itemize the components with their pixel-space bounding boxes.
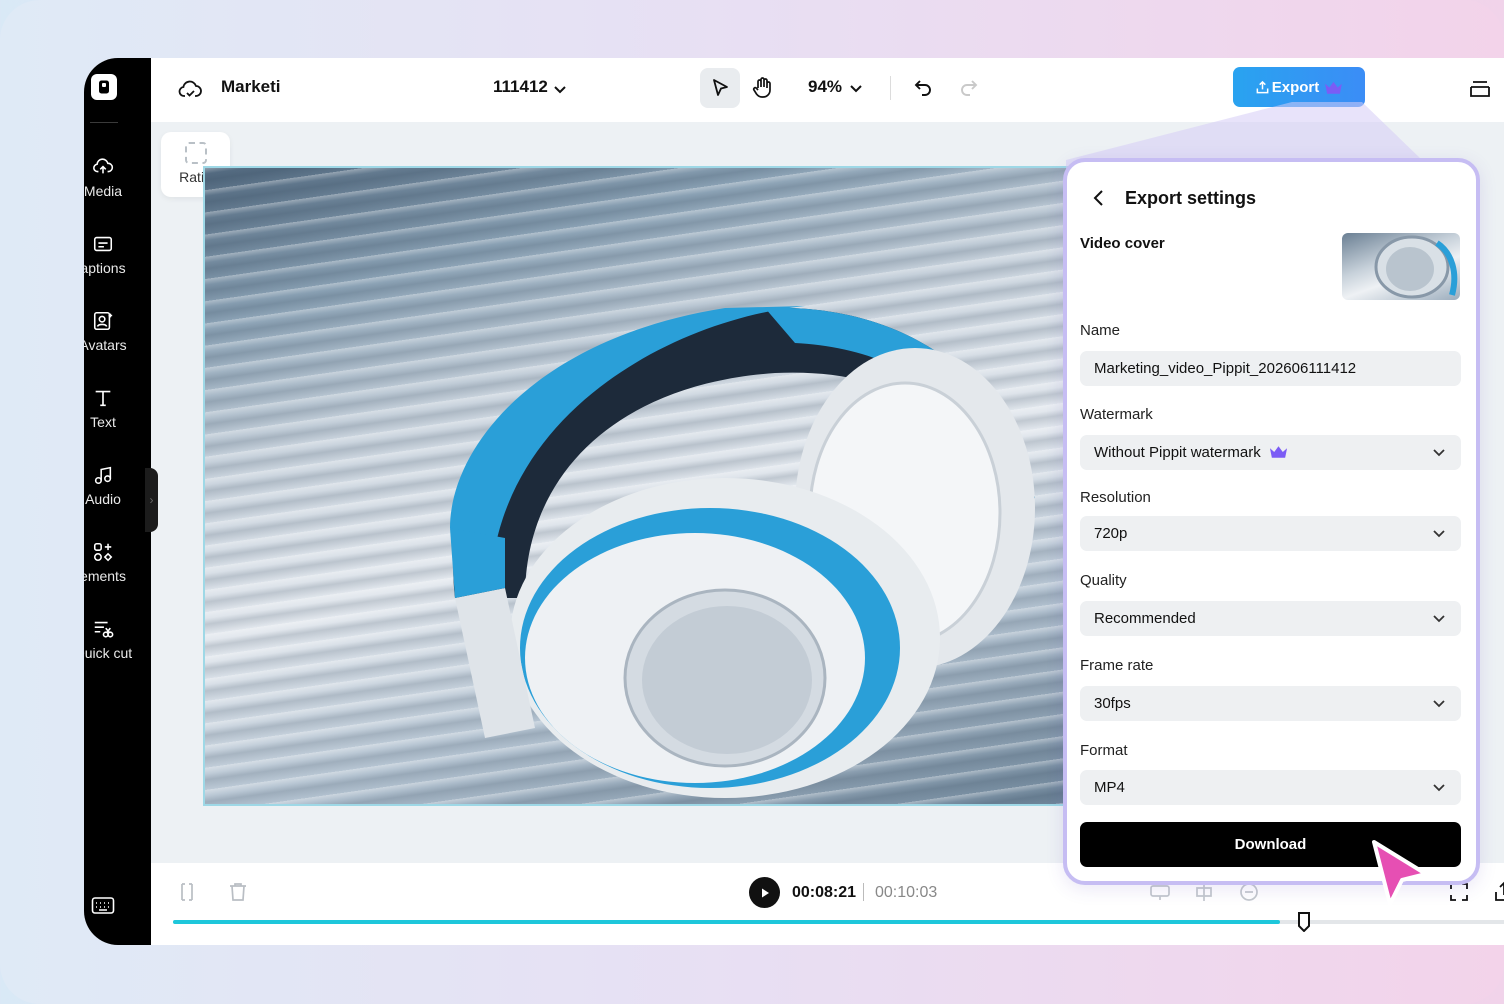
cover-headphones-image (1374, 235, 1458, 299)
pointer-cursor-icon (1372, 840, 1428, 906)
sidebar-item-media[interactable]: Media (84, 156, 136, 201)
sidebar-item-label: Audio (85, 491, 121, 507)
headphones-image (450, 306, 1035, 798)
crown-icon (1325, 81, 1343, 94)
avatar-icon (93, 311, 113, 331)
video-cover-label: Video cover (1080, 235, 1165, 252)
sidebar-item-label: Quick cut (84, 645, 133, 661)
select-tool-button[interactable] (700, 68, 740, 108)
hand-tool-icon[interactable] (750, 75, 776, 101)
captions-icon (93, 236, 113, 252)
music-note-icon (94, 466, 112, 485)
undo-icon[interactable] (911, 76, 935, 100)
delete-icon[interactable] (226, 880, 250, 904)
sidebar-item-text[interactable]: Text (84, 387, 136, 432)
sidebar: Media aptions Avatars Text Audio ements … (84, 58, 151, 945)
chevron-down-icon[interactable] (551, 80, 569, 98)
export-label: Export (1271, 78, 1320, 96)
share-icon[interactable] (1492, 880, 1504, 904)
sidebar-collapse-handle[interactable]: › (145, 468, 158, 532)
keyboard-shortcuts-button[interactable] (91, 896, 115, 921)
sidebar-item-audio[interactable]: Audio (84, 464, 136, 509)
name-input[interactable]: Marketing_video_Pippit_202606111412 (1080, 351, 1461, 386)
resolution-select[interactable]: 720p (1080, 516, 1461, 551)
video-preview[interactable] (203, 166, 1073, 806)
time-separator (863, 883, 864, 901)
name-label: Name (1080, 322, 1121, 339)
quality-label: Quality (1080, 572, 1127, 589)
project-id[interactable]: 111412 (493, 77, 548, 97)
panel-title: Export settings (1125, 188, 1257, 208)
pippit-logo[interactable] (91, 74, 117, 100)
resolution-label: Resolution (1080, 489, 1151, 506)
upload-icon (1256, 80, 1269, 93)
export-settings-panel: Export settings Video cover Name Marketi… (1063, 158, 1480, 885)
toolbar-divider (890, 76, 891, 100)
sidebar-item-quick-cut[interactable]: Quick cut (84, 618, 136, 663)
chevron-down-icon[interactable] (847, 79, 865, 97)
chevron-down-icon (1433, 449, 1445, 457)
chevron-down-icon (1433, 530, 1445, 538)
elements-icon (93, 542, 113, 562)
chevron-down-icon (1433, 784, 1445, 792)
sidebar-item-label: Media (84, 183, 123, 199)
total-time: 00:10:03 (875, 884, 938, 901)
frame-rate-value: 30fps (1094, 695, 1131, 712)
frame-rate-select[interactable]: 30fps (1080, 686, 1461, 721)
crown-icon (1269, 446, 1287, 458)
cloud-upload-icon (93, 158, 114, 174)
format-value: MP4 (1094, 779, 1125, 796)
play-button[interactable] (749, 877, 780, 908)
chevron-right-icon: › (149, 493, 154, 507)
sidebar-item-label: Avatars (84, 337, 127, 353)
watermark-label: Watermark (1080, 406, 1153, 423)
watermark-select[interactable]: Without Pippit watermark (1080, 435, 1461, 470)
resolution-value: 720p (1094, 525, 1128, 542)
sidebar-item-label: ements (84, 568, 126, 584)
progress-fill (173, 920, 1280, 924)
watermark-value: Without Pippit watermark (1094, 444, 1261, 461)
back-arrow-icon[interactable] (1088, 187, 1110, 209)
redo-icon[interactable] (957, 76, 981, 100)
sidebar-item-captions[interactable]: aptions (84, 233, 136, 278)
quick-cut-icon (94, 621, 114, 638)
sidebar-item-avatars[interactable]: Avatars (84, 310, 136, 355)
top-toolbar: Marketi 111412 94% Export (151, 58, 1504, 122)
split-icon[interactable] (175, 880, 199, 904)
aspect-ratio-icon (184, 142, 207, 164)
chevron-down-icon (1433, 615, 1445, 623)
quality-value: Recommended (1094, 610, 1196, 627)
chevron-down-icon (1433, 700, 1445, 708)
quality-select[interactable]: Recommended (1080, 601, 1461, 636)
zoom-level[interactable]: 94% (808, 77, 842, 97)
playhead-handle[interactable] (1297, 912, 1311, 932)
export-button[interactable]: Export (1233, 67, 1365, 107)
project-name[interactable]: Marketi (221, 77, 283, 97)
video-cover-thumbnail[interactable] (1342, 233, 1460, 300)
format-label: Format (1080, 742, 1128, 759)
sidebar-item-label: Text (90, 414, 116, 430)
layers-icon[interactable] (1467, 76, 1493, 102)
cursor-arrow-icon (713, 79, 728, 96)
play-icon (761, 888, 769, 897)
sidebar-item-label: aptions (84, 260, 126, 276)
format-select[interactable]: MP4 (1080, 770, 1461, 805)
current-time: 00:08:21 (792, 884, 857, 901)
frame-rate-label: Frame rate (1080, 657, 1154, 674)
cloud-saved-icon[interactable] (177, 77, 203, 103)
logo-icon (99, 80, 109, 94)
text-icon (95, 390, 111, 407)
keyboard-icon (91, 897, 115, 914)
sidebar-item-elements[interactable]: ements (84, 541, 136, 586)
sidebar-divider (90, 122, 118, 123)
